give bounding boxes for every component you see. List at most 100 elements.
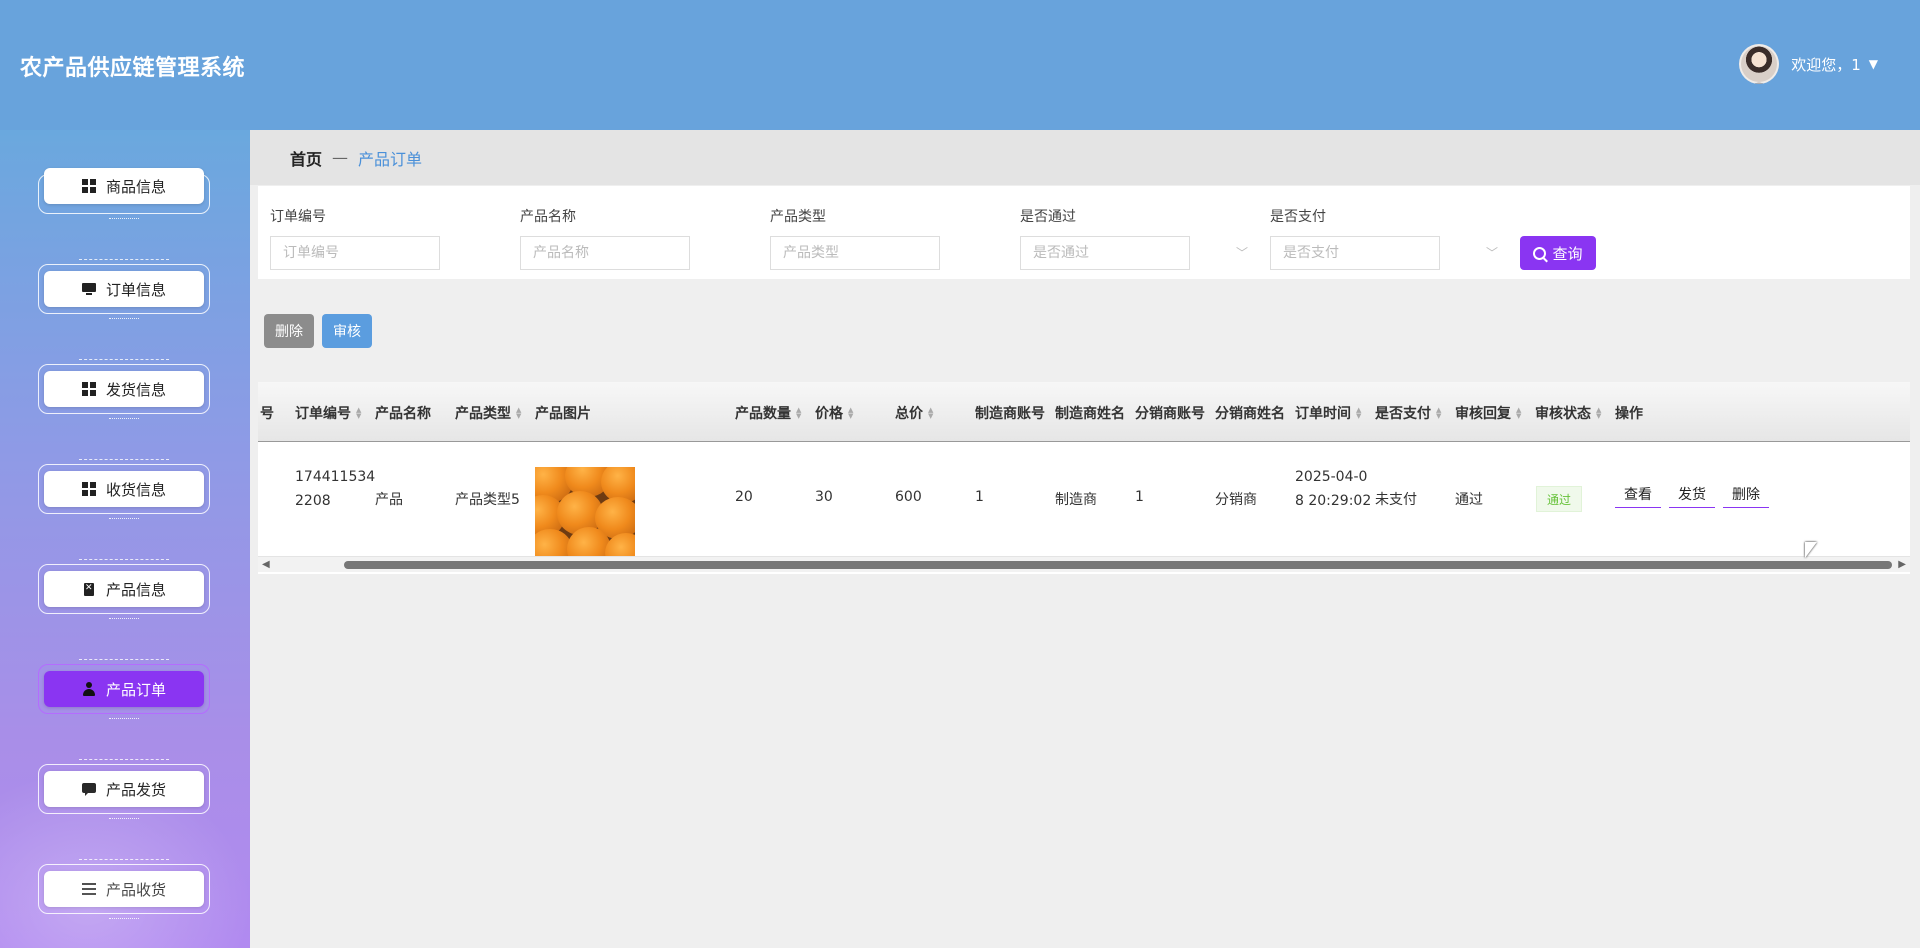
cell-maker-name: 制造商 [1055, 492, 1097, 508]
sidebar-item-shipping-info[interactable]: 发货信息 [38, 359, 210, 419]
search-icon [1533, 246, 1547, 260]
is-approved-select[interactable] [1020, 236, 1190, 270]
column-header[interactable]: 产品数量 ▲ ▼ [735, 403, 801, 423]
app-title: 农产品供应链管理系统 [20, 56, 246, 81]
grid-icon [81, 482, 96, 496]
column-header[interactable]: 审核状态 ▲ ▼ [1535, 403, 1601, 423]
column-header[interactable]: 审核回复 ▲ ▼ [1455, 403, 1521, 423]
cell-order-time: 2025-04-0 8 20:29:02 [1295, 469, 1372, 509]
cell-price: 30 [815, 489, 833, 505]
view-button[interactable]: 查看 [1615, 480, 1661, 508]
product-image[interactable] [535, 467, 635, 567]
sidebar: 商品信息 订单信息 发货信息 收货信息 产品信息 产品订单 [0, 130, 250, 948]
column-header[interactable]: 价格 ▲ ▼ [815, 403, 853, 423]
breadcrumb-separator: — [332, 148, 349, 167]
order-no-input[interactable] [270, 236, 440, 270]
product-name-input[interactable] [520, 236, 690, 270]
sort-icon[interactable]: ▲ ▼ [1356, 407, 1361, 420]
sidebar-item-label: 订单信息 [105, 280, 166, 299]
is-paid-select[interactable] [1270, 236, 1440, 270]
sidebar-item-receiving-info[interactable]: 收货信息 [38, 459, 210, 519]
column-header[interactable]: 是否支付 ▲ ▼ [1375, 403, 1441, 423]
cell-maker-account: 1 [975, 489, 984, 505]
cell-product-type: 产品类型5 [455, 492, 520, 508]
breadcrumb: 首页 — 产品订单 [250, 130, 1920, 185]
cell-total: 600 [895, 489, 922, 505]
column-header: 操作 [1615, 406, 1643, 422]
sidebar-item-product-receiving[interactable]: 产品收货 [38, 859, 210, 919]
field-label: 产品类型 [770, 209, 826, 225]
field-label: 订单编号 [270, 209, 326, 225]
sidebar-item-label: 产品发货 [105, 780, 166, 799]
list-icon [81, 882, 96, 896]
sidebar-item-product-shipping[interactable]: 产品发货 [38, 759, 210, 819]
column-header: 号 [260, 406, 274, 422]
sort-icon[interactable]: ▲ ▼ [848, 407, 853, 420]
sort-icon[interactable]: ▲ ▼ [796, 407, 801, 420]
sidebar-item-label: 产品信息 [105, 580, 166, 599]
sidebar-item-label: 收货信息 [105, 480, 166, 499]
column-header: 分销商账号 [1135, 406, 1205, 422]
scrollbar-thumb[interactable] [344, 561, 1892, 569]
orders-table: 号 订单编号 ▲ ▼ 产品名称 产品类型 ▲ ▼ 产品图片 产品数量 ▲ ▼ 价格 ▲ ▼ 总价… [258, 382, 1910, 574]
scroll-left-icon[interactable]: ◀ [262, 559, 270, 570]
sort-icon[interactable]: ▲ ▼ [356, 407, 361, 420]
cell-audit-reply: 通过 [1455, 492, 1483, 508]
search-panel: 订单编号 产品名称 产品类型 是否通过 ﹀ 是否支付 ﹀ 查询 [258, 186, 1910, 279]
column-header: 制造商账号 [975, 406, 1045, 422]
table-row[interactable]: 174411534 2208 产品 产品类型5 20 30 600 1 制造商 1… [258, 443, 1910, 555]
field-label: 是否支付 [1270, 209, 1326, 225]
sidebar-item-goods-info[interactable]: 商品信息 [38, 168, 210, 219]
product-type-input[interactable] [770, 236, 940, 270]
user-icon [82, 682, 96, 696]
grid-icon [81, 179, 96, 193]
cell-distributor-account: 1 [1135, 489, 1144, 505]
table-header: 号 订单编号 ▲ ▼ 产品名称 产品类型 ▲ ▼ 产品图片 产品数量 ▲ ▼ 价格 ▲ ▼ 总价… [258, 382, 1910, 442]
column-header: 制造商姓名 [1055, 406, 1125, 422]
audit-button[interactable]: 审核 [322, 314, 372, 348]
chat-icon [81, 782, 96, 796]
sort-icon[interactable]: ▲ ▼ [1516, 407, 1521, 420]
row-delete-button[interactable]: 删除 [1723, 480, 1769, 508]
avatar[interactable] [1739, 44, 1780, 84]
sort-icon[interactable]: ▲ ▼ [516, 407, 521, 420]
sidebar-item-label: 发货信息 [105, 380, 166, 399]
horizontal-scrollbar[interactable]: ◀ ▶ [258, 556, 1910, 572]
sort-icon[interactable]: ▲ ▼ [928, 407, 933, 420]
column-header[interactable]: 总价 ▲ ▼ [895, 403, 933, 423]
breadcrumb-current: 产品订单 [358, 149, 423, 169]
user-menu[interactable]: 欢迎您，1 ▼ [1739, 44, 1878, 84]
sidebar-item-order-info[interactable]: 订单信息 [38, 259, 210, 319]
cell-quantity: 20 [735, 489, 753, 505]
status-badge: 通过 [1536, 486, 1582, 512]
sidebar-item-label: 商品信息 [105, 177, 166, 196]
welcome-text[interactable]: 欢迎您，1 [1791, 54, 1861, 75]
sidebar-item-label: 产品订单 [105, 680, 166, 699]
cell-product-name: 产品 [375, 492, 403, 508]
grid-icon [81, 382, 96, 396]
column-header[interactable]: 订单编号 ▲ ▼ [295, 403, 361, 423]
column-header[interactable]: 产品类型 ▲ ▼ [455, 403, 521, 423]
field-label: 是否通过 [1020, 209, 1076, 225]
sidebar-item-product-info[interactable]: 产品信息 [38, 559, 210, 619]
query-button[interactable]: 查询 [1520, 236, 1596, 270]
column-header[interactable]: 订单时间 ▲ ▼ [1295, 403, 1361, 423]
cell-order-no: 174411534 2208 [295, 469, 376, 509]
ship-button[interactable]: 发货 [1669, 480, 1715, 508]
sidebar-item-label: 产品收货 [105, 880, 166, 899]
column-header: 产品名称 [375, 406, 431, 422]
column-header: 产品图片 [535, 406, 591, 422]
query-button-label: 查询 [1552, 244, 1583, 263]
cell-paid: 未支付 [1375, 492, 1417, 508]
column-header: 分销商姓名 [1215, 406, 1285, 422]
top-header: 农产品供应链管理系统 欢迎您，1 ▼ [0, 0, 1920, 130]
chevron-down-icon[interactable]: ﹀ [1236, 244, 1248, 261]
delete-button[interactable]: 删除 [264, 314, 314, 348]
caret-down-icon[interactable]: ▼ [1869, 57, 1878, 71]
sidebar-item-product-order[interactable]: 产品订单 [38, 659, 210, 719]
chevron-down-icon[interactable]: ﹀ [1486, 244, 1498, 261]
sort-icon[interactable]: ▲ ▼ [1436, 407, 1441, 420]
breadcrumb-home[interactable]: 首页 [290, 146, 322, 170]
scroll-right-icon[interactable]: ▶ [1898, 559, 1906, 570]
sort-icon[interactable]: ▲ ▼ [1596, 407, 1601, 420]
